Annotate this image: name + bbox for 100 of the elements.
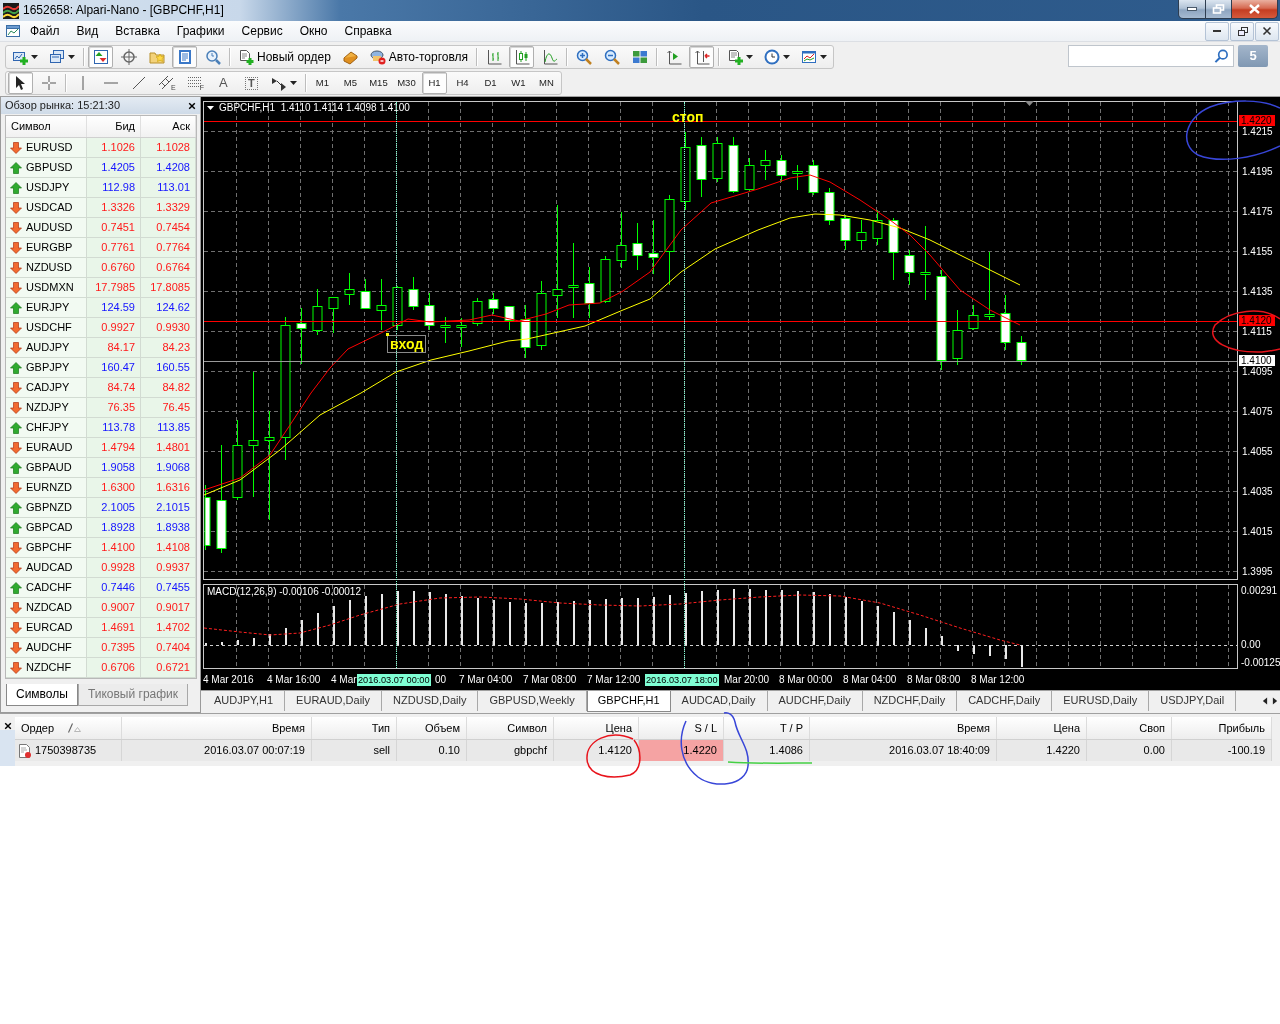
timeframe-button[interactable]: H4 xyxy=(449,72,475,94)
column-header[interactable]: Время xyxy=(271,717,305,739)
chart-tab[interactable]: AUDJPY,H1 xyxy=(203,691,286,711)
quote-row[interactable]: AUDCAD 0.9928 0.9937 xyxy=(6,558,196,578)
menu-item[interactable]: Справка xyxy=(335,21,400,41)
quote-row[interactable]: AUDJPY 84.17 84.23 xyxy=(6,338,196,358)
timeframe-button[interactable]: MN xyxy=(533,72,559,94)
panel-tab[interactable]: Тиковый график xyxy=(77,684,189,706)
scale-label: 0.00 xyxy=(1241,639,1261,651)
quote-row[interactable]: GBPCAD 1.8928 1.8938 xyxy=(6,518,196,538)
column-header[interactable]: Символ xyxy=(507,717,547,739)
quote-row[interactable]: EURJPY 124.59 124.62 xyxy=(6,298,196,318)
order-row[interactable]: 1750398735 2016.03.07 00:07:19 sell 0.10 gbpchf 1.4120 1.4220 1.4086 2016.03.07 18:40:09 1.4220 0.00 -100.19 xyxy=(15,740,1272,761)
quote-row[interactable]: EURNZD 1.6300 1.6316 xyxy=(6,478,196,498)
chart-shift-button[interactable] xyxy=(689,46,715,68)
terminal-button[interactable] xyxy=(172,46,197,68)
menu-item[interactable]: Окно xyxy=(290,21,336,41)
close-button[interactable] xyxy=(3,722,13,730)
timeframe-button[interactable]: W1 xyxy=(505,72,531,94)
close-button[interactable] xyxy=(187,101,197,110)
chart-tab[interactable]: NZDCHF,Daily xyxy=(862,691,958,711)
timeframe-button[interactable]: D1 xyxy=(477,72,503,94)
quote-row[interactable]: GBPUSD 1.4205 1.4208 xyxy=(6,158,196,178)
chart-tab[interactable]: AUDCHF,Daily xyxy=(767,691,863,711)
minimize-button[interactable] xyxy=(1205,21,1229,41)
search-field[interactable] xyxy=(1068,45,1234,67)
minimize-button[interactable] xyxy=(1178,0,1206,19)
column-header[interactable]: Объем xyxy=(424,717,460,739)
quote-row[interactable]: USDCAD 1.3326 1.3329 xyxy=(6,198,196,218)
column-header[interactable]: Своп xyxy=(1139,717,1165,739)
column-header[interactable]: Время xyxy=(956,717,990,739)
search-icon xyxy=(1214,48,1229,64)
quote-row[interactable]: NZDJPY 76.35 76.45 xyxy=(6,398,196,418)
quote-row[interactable]: GBPAUD 1.9058 1.9068 xyxy=(6,458,196,478)
quote-row[interactable]: EURUSD 1.1026 1.1028 xyxy=(6,138,196,158)
timeframe-button[interactable]: M30 xyxy=(393,72,419,94)
table-text: 1.4086 xyxy=(769,744,803,756)
column-header[interactable]: Цена xyxy=(1053,717,1080,739)
column-header[interactable]: Цена xyxy=(605,717,632,739)
chart-tab[interactable]: GBPCHF,H1 xyxy=(586,691,671,712)
chart-tab[interactable]: USDJPY,Dail xyxy=(1149,691,1237,711)
column-header[interactable]: Тип xyxy=(371,717,390,739)
column-header[interactable]: S / L xyxy=(694,717,717,739)
quote-row[interactable]: AUDUSD 0.7451 0.7454 xyxy=(6,218,196,238)
chart-tab[interactable]: AUDCAD,Daily xyxy=(670,691,768,711)
quote-row[interactable]: NZDCAD 0.9007 0.9017 xyxy=(6,598,196,618)
timeframe-button[interactable]: M5 xyxy=(337,72,363,94)
menu-item[interactable]: Сервис xyxy=(232,21,291,41)
market-watch-button[interactable] xyxy=(88,46,113,68)
restore-button[interactable] xyxy=(1230,21,1254,41)
column-header[interactable]: Аск xyxy=(141,116,196,137)
menu-item[interactable]: Файл xyxy=(21,21,68,41)
candle-chart-button[interactable] xyxy=(509,46,535,68)
autotrading-button[interactable]: Авто-торговля xyxy=(365,46,473,68)
column-header[interactable]: Символ xyxy=(6,116,87,137)
timeframe-button[interactable]: M1 xyxy=(309,72,335,94)
quote-row[interactable]: NZDCHF 0.6706 0.6721 xyxy=(6,658,196,678)
quote-row[interactable]: EURAUD 1.4794 1.4801 xyxy=(6,438,196,458)
chart-tab[interactable]: NZDUSD,Daily xyxy=(382,691,479,711)
text-button[interactable]: A xyxy=(210,72,236,94)
quote-row[interactable]: CADCHF 0.7446 0.7455 xyxy=(6,578,196,598)
bid-price: 0.7451 xyxy=(101,221,135,233)
menu-item[interactable]: Вставка xyxy=(106,21,168,41)
quote-row[interactable]: AUDCHF 0.7395 0.7404 xyxy=(6,638,196,658)
quote-row[interactable]: EURGBP 0.7761 0.7764 xyxy=(6,238,196,258)
timeframe-button[interactable]: H1 xyxy=(421,72,447,94)
column-header[interactable]: Бид xyxy=(87,116,141,137)
chart-tab[interactable]: GBPUSD,Weekly xyxy=(478,691,587,711)
menu-item[interactable]: Графики xyxy=(167,21,233,41)
quote-row[interactable]: CHFJPY 113.78 113.85 xyxy=(6,418,196,438)
column-header[interactable]: Прибыль xyxy=(1218,717,1265,739)
quote-row[interactable]: GBPNZD 2.1005 2.1015 xyxy=(6,498,196,518)
restore-button[interactable] xyxy=(1206,0,1232,19)
chart-tab[interactable]: EURUSD,Daily xyxy=(1052,691,1150,711)
ask-price: 1.9068 xyxy=(156,461,190,473)
quote-row[interactable]: EURCAD 1.4691 1.4702 xyxy=(6,618,196,638)
column-header[interactable]: T / P xyxy=(779,717,803,739)
chart-tab[interactable]: EURAUD,Daily xyxy=(285,691,383,711)
quote-row[interactable]: NZDUSD 0.6760 0.6764 xyxy=(6,258,196,278)
time-label: 2016.03.07 18:00 xyxy=(645,674,719,686)
candle xyxy=(968,304,979,331)
table-text: sell xyxy=(373,744,390,756)
menu-item[interactable]: Вид xyxy=(67,21,107,41)
chart-tab[interactable]: CADCHF,Daily xyxy=(957,691,1053,711)
quote-row[interactable]: CADJPY 84.74 84.82 xyxy=(6,378,196,398)
panel-tab[interactable]: Символы xyxy=(6,684,78,706)
quote-row[interactable]: USDMXN 17.7985 17.8085 xyxy=(6,278,196,298)
time-label: 8 Mar 00:00 xyxy=(779,674,833,686)
quote-row[interactable]: USDCHF 0.9927 0.9930 xyxy=(6,318,196,338)
timeframe-button[interactable]: M15 xyxy=(365,72,391,94)
quote-row[interactable]: GBPJPY 160.47 160.55 xyxy=(6,358,196,378)
candle xyxy=(344,272,355,306)
column-header[interactable]: Ордер xyxy=(21,717,55,739)
new-order-button[interactable]: Новый ордер xyxy=(234,46,335,68)
quote-row[interactable]: USDJPY 112.98 113.01 xyxy=(6,178,196,198)
ask-price: 1.3329 xyxy=(156,201,190,213)
cursor-button[interactable] xyxy=(8,72,33,94)
text-label-button[interactable]: T xyxy=(238,72,264,94)
close-button[interactable] xyxy=(1232,0,1278,19)
quote-row[interactable]: GBPCHF 1.4100 1.4108 xyxy=(6,538,196,558)
